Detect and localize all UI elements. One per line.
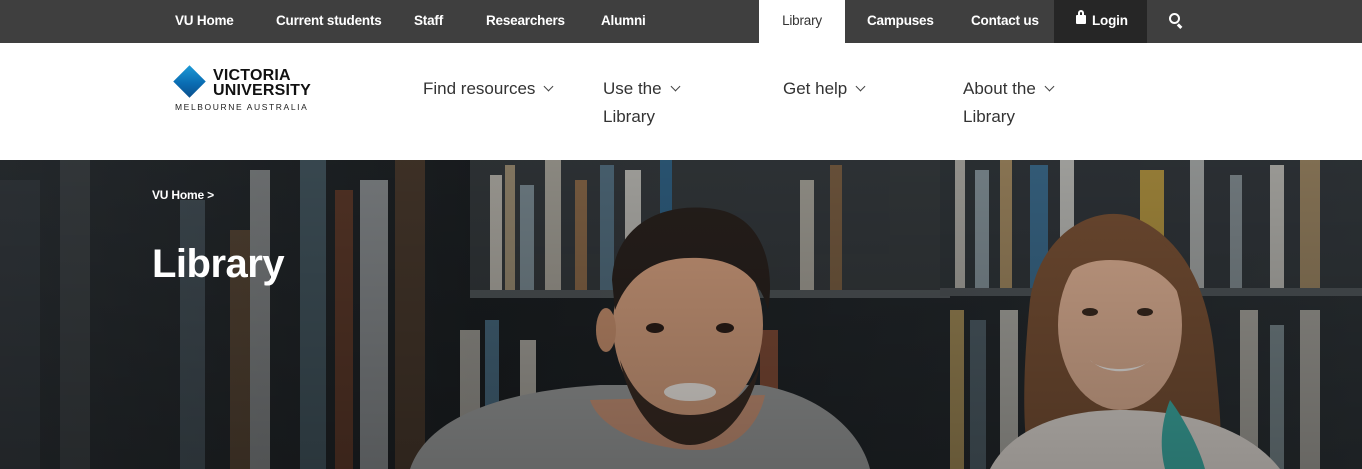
logo-line-2: UNIVERSITY xyxy=(213,82,312,99)
hero-banner: VU Home > Library xyxy=(0,160,1362,469)
search-icon xyxy=(1169,13,1180,24)
logo-diamond-icon xyxy=(173,65,206,98)
topnav-library-active[interactable]: Library xyxy=(759,0,845,43)
chevron-down-icon xyxy=(670,81,681,92)
breadcrumb-vu-home[interactable]: VU Home > xyxy=(152,188,214,202)
search-button[interactable] xyxy=(1147,0,1204,43)
topnav-vu-home[interactable]: VU Home xyxy=(175,0,234,43)
lock-icon xyxy=(1076,10,1086,24)
breadcrumb[interactable]: VU Home > xyxy=(152,188,214,202)
topnav-researchers[interactable]: Researchers xyxy=(486,0,565,43)
nav-get-help-label: Get help xyxy=(783,79,848,98)
topnav-contact-us[interactable]: Contact us xyxy=(971,0,1039,43)
chevron-down-icon xyxy=(1044,81,1055,92)
topnav-current-students[interactable]: Current students xyxy=(276,0,382,43)
main-nav: VICTORIA UNIVERSITY MELBOURNE AUSTRALIA … xyxy=(0,43,1362,160)
nav-label-line-2: Library xyxy=(603,107,655,126)
chevron-down-icon xyxy=(543,81,554,92)
page-title: Library xyxy=(152,242,285,286)
topnav-campuses[interactable]: Campuses xyxy=(867,0,934,43)
topnav-alumni[interactable]: Alumni xyxy=(601,0,646,43)
utility-nav-bar: VU Home Current students Staff Researche… xyxy=(0,0,1362,43)
nav-about-the-library-label: About the Library xyxy=(963,79,1055,126)
nav-label-line-2: Library xyxy=(963,107,1015,126)
login-button[interactable]: Login xyxy=(1054,0,1147,43)
login-label: Login xyxy=(1092,13,1128,28)
nav-get-help[interactable]: Get help xyxy=(783,75,866,103)
nav-about-the-library[interactable]: About the Library xyxy=(963,75,1083,131)
chevron-down-icon xyxy=(855,81,866,92)
nav-use-the-library[interactable]: Use the Library xyxy=(603,75,713,131)
nav-label-line-1: About the xyxy=(963,79,1036,98)
topnav-staff[interactable]: Staff xyxy=(414,0,443,43)
nav-find-resources[interactable]: Find resources xyxy=(423,75,554,103)
vu-logo[interactable]: VICTORIA UNIVERSITY MELBOURNE AUSTRALIA xyxy=(173,65,311,113)
hero-photo xyxy=(0,160,1362,469)
nav-use-the-library-label: Use the Library xyxy=(603,79,681,126)
nav-label-line-1: Use the xyxy=(603,79,662,98)
nav-find-resources-label: Find resources xyxy=(423,79,536,98)
logo-line-3: MELBOURNE AUSTRALIA xyxy=(175,102,309,112)
